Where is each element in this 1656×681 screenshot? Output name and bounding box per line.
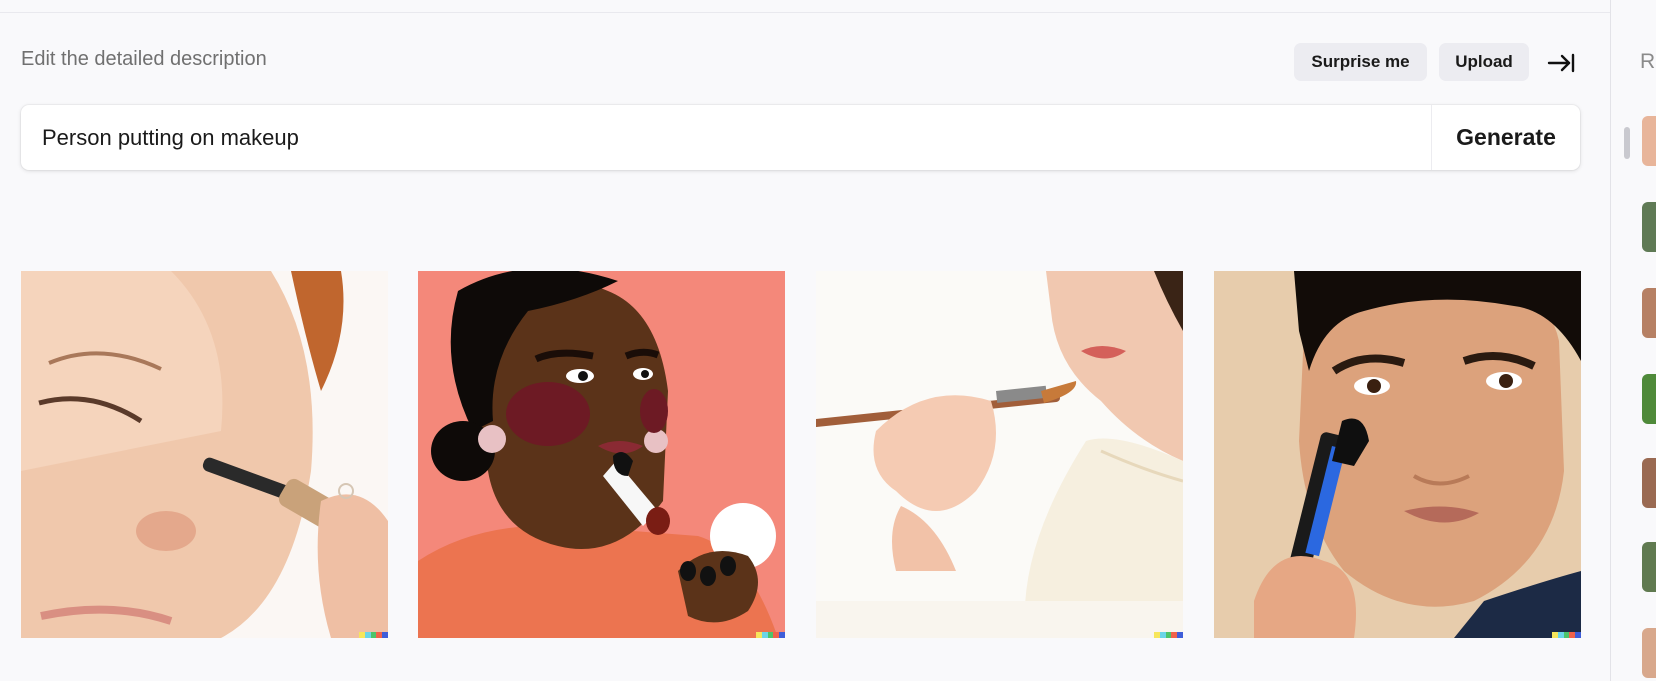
watermark-signature [1552, 632, 1581, 638]
result-image-3[interactable] [816, 271, 1183, 638]
result-image-1[interactable] [21, 271, 388, 638]
result-image-2[interactable] [418, 271, 785, 638]
recent-sidebar: R [1610, 0, 1656, 681]
collapse-panel-button[interactable] [1546, 48, 1576, 78]
arrow-to-right-icon [1547, 53, 1575, 73]
history-thumbnail[interactable] [1642, 374, 1656, 424]
result-image-4[interactable] [1214, 271, 1581, 638]
prompt-bar: Generate [21, 105, 1580, 170]
generate-button[interactable]: Generate [1432, 105, 1580, 170]
surprise-me-button[interactable]: Surprise me [1294, 43, 1427, 81]
history-thumbnail[interactable] [1642, 116, 1656, 166]
main-panel: Edit the detailed description Surprise m… [0, 0, 1610, 681]
upload-button[interactable]: Upload [1439, 43, 1529, 81]
history-thumbnail[interactable] [1642, 628, 1656, 678]
history-thumbnail[interactable] [1642, 542, 1656, 592]
sidebar-scrollbar[interactable] [1624, 127, 1630, 159]
history-thumbnail[interactable] [1642, 458, 1656, 508]
watermark-signature [756, 632, 785, 638]
prompt-input[interactable] [21, 105, 1431, 170]
watermark-signature [359, 632, 388, 638]
description-label: Edit the detailed description [21, 48, 267, 70]
watermark-signature [1154, 632, 1183, 638]
history-thumbnail[interactable] [1642, 202, 1656, 252]
sidebar-title: R [1640, 50, 1656, 73]
history-thumbnail[interactable] [1642, 288, 1656, 338]
